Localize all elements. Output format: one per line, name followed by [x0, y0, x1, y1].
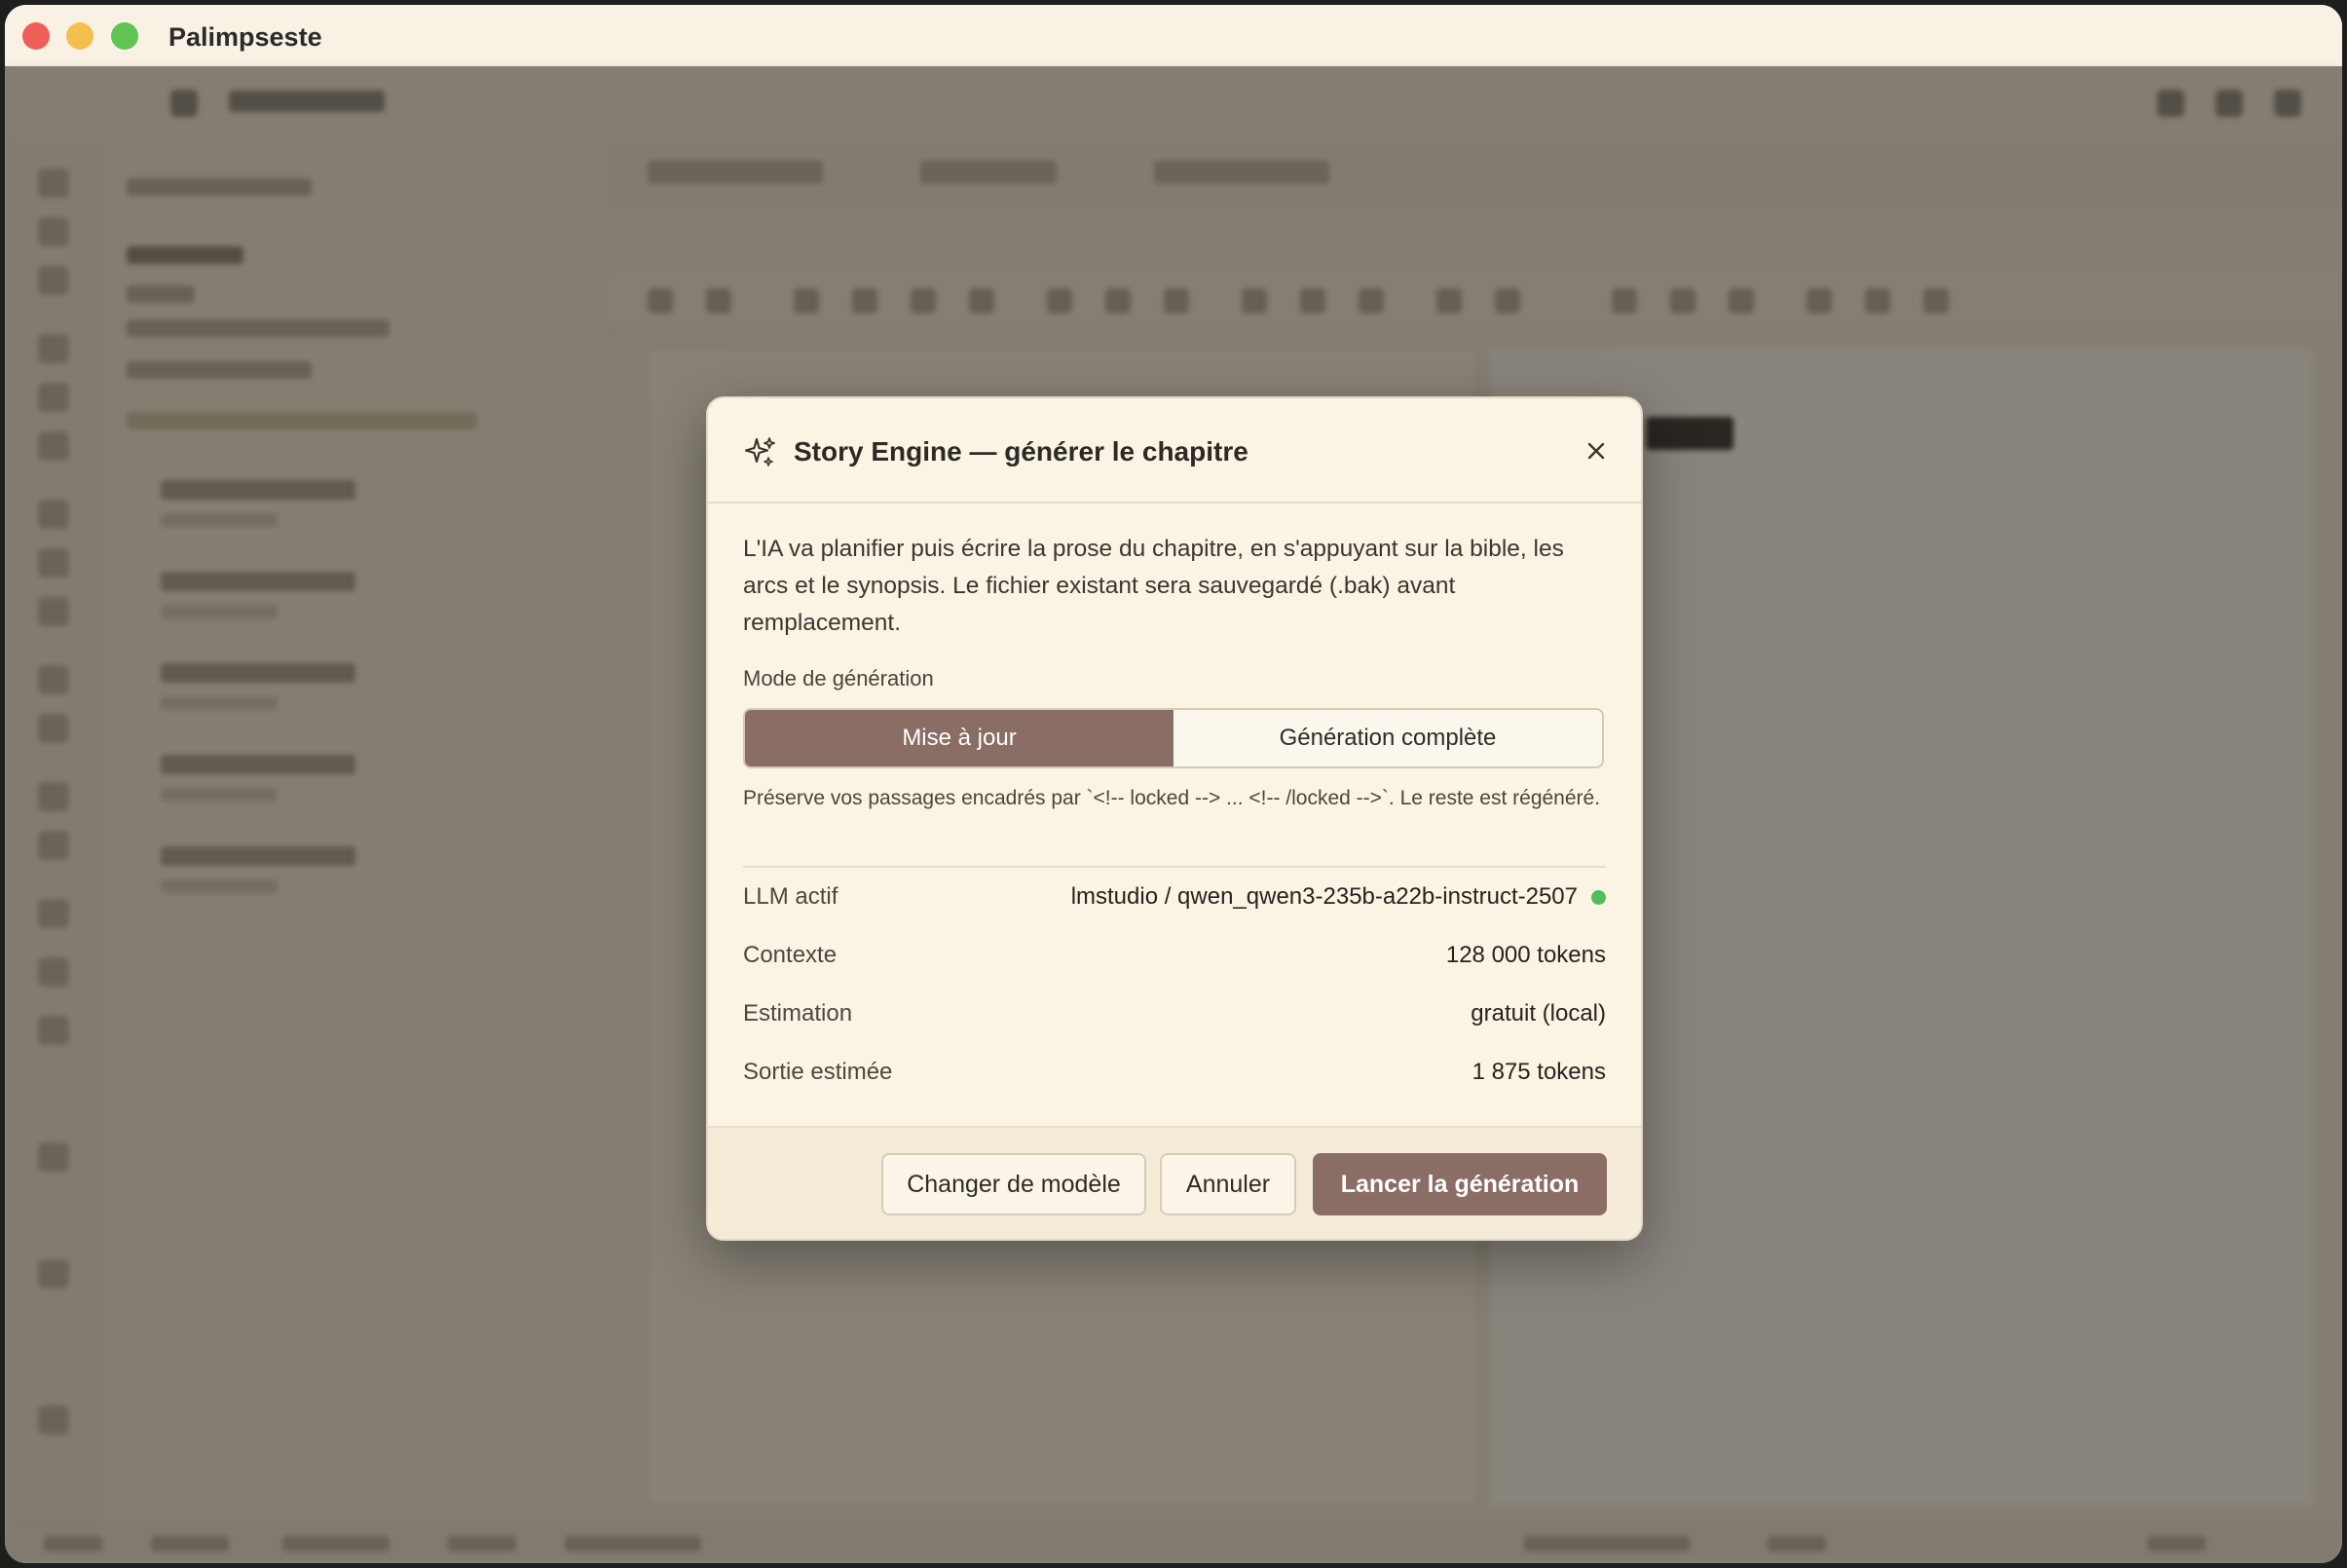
estimate-value: gratuit (local)	[1471, 1000, 1606, 1027]
zoom-window-button[interactable]	[111, 22, 138, 50]
launch-generation-button[interactable]: Lancer la génération	[1313, 1153, 1607, 1215]
info-value-wrap: lmstudio / qwen_qwen3-235b-a22b-instruct…	[1071, 883, 1606, 911]
window-title: Palimpseste	[168, 22, 322, 52]
output-value: 1 875 tokens	[1472, 1059, 1606, 1085]
info-label: Sortie estimée	[743, 1059, 893, 1085]
mode-full-generation-option[interactable]: Génération complète	[1174, 710, 1602, 766]
info-row-context: Contexte 128 000 tokens	[743, 936, 1606, 975]
cancel-button[interactable]: Annuler	[1160, 1153, 1296, 1215]
mode-help-text: Préserve vos passages encadrés par `<!--…	[743, 787, 1601, 809]
title-bar: Palimpseste	[5, 5, 2342, 66]
llm-value: lmstudio / qwen_qwen3-235b-a22b-instruct…	[1070, 883, 1578, 910]
info-row-llm: LLM actif lmstudio / qwen_qwen3-235b-a22…	[743, 877, 1606, 916]
dialog-footer: Changer de modèle Annuler Lancer la géné…	[708, 1126, 1641, 1239]
mode-label: Mode de génération	[743, 666, 934, 691]
close-icon	[1587, 442, 1605, 460]
info-label: Contexte	[743, 942, 838, 968]
context-value: 128 000 tokens	[1445, 942, 1606, 968]
mode-segmented-control: Mise à jour Génération complète	[743, 708, 1604, 768]
info-label: LLM actif	[743, 883, 838, 910]
sparkle-icon	[744, 437, 775, 467]
dialog-description: L'IA va planifier puis écrire la prose d…	[743, 536, 1564, 636]
status-dot	[1591, 890, 1606, 906]
info-row-estimate: Estimation gratuit (local)	[743, 994, 1606, 1033]
app-window: Palimpseste Story Engine — générer le ch…	[5, 5, 2342, 1563]
dialog-title: Story Engine — générer le chapitre	[794, 436, 1248, 467]
minimize-window-button[interactable]	[66, 22, 93, 50]
change-model-button[interactable]: Changer de modèle	[881, 1153, 1146, 1215]
info-label: Estimation	[743, 1000, 853, 1027]
divider	[743, 866, 1606, 868]
info-row-output: Sortie estimée 1 875 tokens	[743, 1053, 1606, 1092]
mode-update-option[interactable]: Mise à jour	[745, 710, 1174, 766]
dialog-header: Story Engine — générer le chapitre	[708, 398, 1641, 504]
close-window-button[interactable]	[22, 22, 50, 50]
close-dialog-button[interactable]	[1579, 433, 1614, 468]
story-engine-dialog: Story Engine — générer le chapitre L'IA …	[706, 396, 1643, 1241]
